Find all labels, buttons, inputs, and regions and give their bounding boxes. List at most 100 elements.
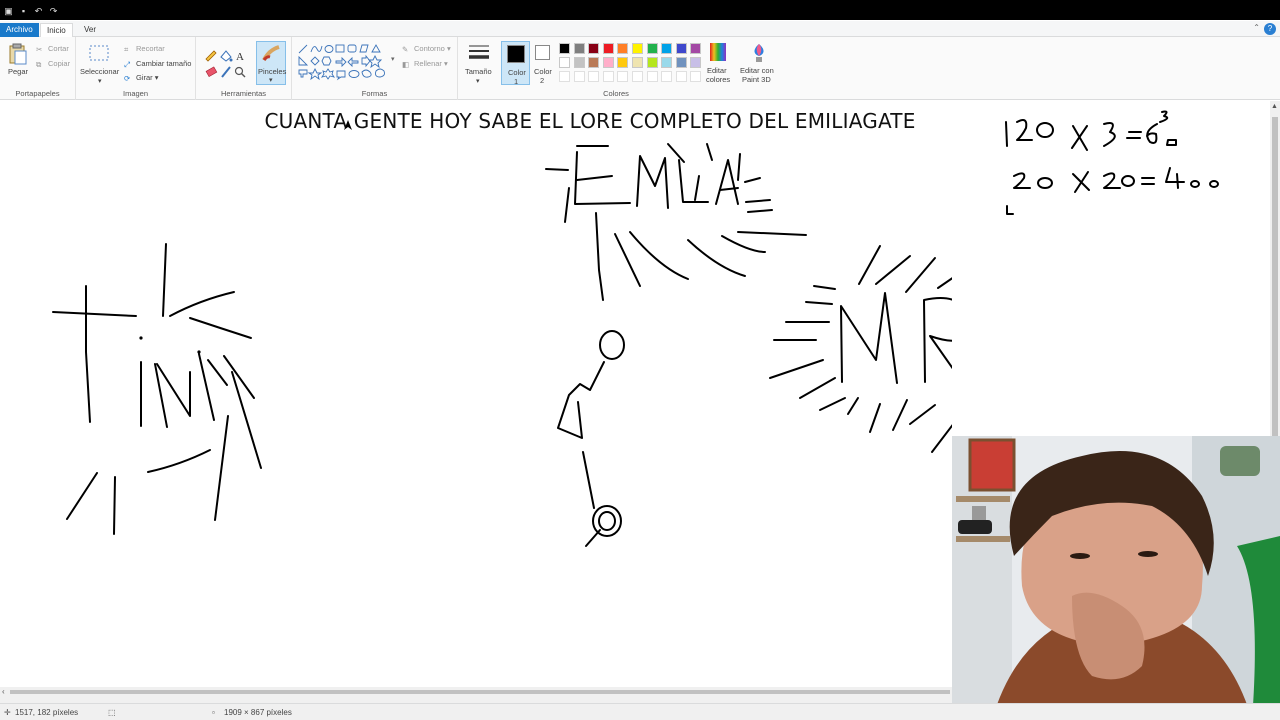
rotate-label: Girar: [136, 73, 153, 82]
custom-color-slot[interactable]: [661, 71, 673, 82]
group-tools: A Pinceles ▾ Herramientas: [196, 37, 292, 100]
brush-icon: [262, 45, 280, 61]
edit-colors-button[interactable]: Editar colores: [704, 41, 734, 91]
mouse-cursor-icon: [344, 120, 352, 130]
color-swatch[interactable]: [632, 43, 643, 54]
outline-button[interactable]: ✎ Contorno ▾: [402, 44, 451, 54]
line-size-icon: [469, 45, 489, 59]
color-swatch[interactable]: [573, 57, 585, 68]
rotate-icon: ⟳: [124, 73, 131, 83]
paint3d-button[interactable]: Editar con Paint 3D: [738, 41, 780, 91]
select-icon[interactable]: [88, 43, 110, 65]
brushes-label: Pinceles: [258, 67, 287, 76]
eraser-icon[interactable]: [205, 66, 218, 78]
save-icon[interactable]: ▪: [19, 6, 28, 16]
tab-view[interactable]: Ver: [78, 23, 102, 37]
resize-button[interactable]: ⤢ Cambiar tamaño: [124, 59, 191, 69]
select-dropdown-icon[interactable]: ▾: [98, 77, 102, 85]
custom-color-slot[interactable]: [617, 71, 629, 82]
color-swatch[interactable]: [602, 43, 614, 54]
color1-button[interactable]: Color 1: [501, 41, 530, 86]
scroll-left-icon[interactable]: ‹: [2, 687, 5, 696]
outline-icon: ✎: [402, 44, 409, 54]
select-button[interactable]: Seleccionar: [80, 67, 119, 76]
custom-color-slot[interactable]: [573, 71, 585, 82]
cut-label: Cortar: [48, 44, 69, 53]
pencil-icon[interactable]: [205, 50, 217, 62]
ribbon-tabs: Archivo Inicio Ver ⌃ ?: [0, 21, 1280, 37]
custom-color-slot[interactable]: [602, 71, 614, 82]
ribbon: Pegar ✂ Cortar ⧉ Copiar Portapapeles Selec…: [0, 37, 1280, 100]
custom-color-slot[interactable]: [646, 71, 658, 82]
color-swatch[interactable]: [661, 43, 673, 54]
cut-button[interactable]: ✂ Cortar: [36, 44, 69, 54]
color-swatch[interactable]: [646, 57, 658, 68]
help-icon[interactable]: ?: [1264, 23, 1276, 35]
color-wheel-icon: [710, 43, 726, 61]
brushes-button[interactable]: Pinceles ▾: [256, 41, 286, 85]
color-swatch[interactable]: [617, 57, 629, 68]
custom-color-slot[interactable]: [632, 71, 643, 82]
undo-icon[interactable]: ↶: [34, 6, 43, 16]
tab-file[interactable]: Archivo: [0, 23, 39, 37]
freehand-drawing[interactable]: [0, 101, 952, 687]
color-swatch[interactable]: [646, 43, 658, 54]
custom-color-slot[interactable]: [559, 71, 570, 82]
color-swatch[interactable]: [632, 57, 643, 68]
color2-swatch: [535, 45, 550, 60]
color-swatch[interactable]: [602, 57, 614, 68]
cursor-position: 1517, 182 píxeles: [15, 708, 79, 717]
fill-icon[interactable]: [220, 50, 233, 62]
shapes-gallery[interactable]: [296, 43, 390, 83]
scroll-up-icon[interactable]: ▲: [1271, 103, 1278, 110]
crop-icon: ⌗: [124, 44, 129, 54]
mr-doodle: [769, 245, 952, 453]
fill-label: Rellenar: [414, 59, 442, 68]
rotate-button[interactable]: ⟳ Girar ▾: [124, 73, 159, 83]
webcam-video: [952, 436, 1280, 720]
color-swatch[interactable]: [617, 43, 629, 54]
size-button[interactable]: Tamaño ▾: [464, 41, 494, 91]
redo-icon[interactable]: ↷: [49, 6, 58, 16]
resize-label: Cambiar tamaño: [136, 59, 192, 68]
color-swatch[interactable]: [690, 43, 702, 54]
fill-button[interactable]: ◧ Rellenar ▾: [402, 59, 448, 69]
status-bar: ✛ 1517, 182 píxeles ⬚ ▫ 1909 × 867 píxel…: [0, 703, 1280, 720]
group-label-image: Imagen: [122, 89, 149, 98]
crop-button[interactable]: ⌗ Recortar: [124, 44, 165, 54]
horizontal-scroll-thumb[interactable]: [10, 690, 950, 694]
tab-home[interactable]: Inicio: [40, 23, 73, 37]
group-image: Seleccionar ▾ ⌗ Recortar ⤢ Cambiar tamaño …: [76, 37, 196, 100]
magnifier-icon[interactable]: [234, 66, 246, 78]
fill-bucket-icon: ◧: [402, 59, 410, 69]
custom-color-slot[interactable]: [588, 71, 600, 82]
collapse-ribbon-icon[interactable]: ⌃: [1253, 23, 1260, 32]
title-bar: ▣ ▪ ↶ ↷: [0, 0, 1280, 20]
horizontal-scrollbar[interactable]: ‹: [0, 687, 952, 703]
text-icon[interactable]: A: [236, 51, 244, 63]
paint3d-label-2: Paint 3D: [742, 75, 771, 84]
custom-color-slot[interactable]: [675, 71, 687, 82]
color-swatch[interactable]: [661, 57, 673, 68]
color-swatch[interactable]: [675, 43, 687, 54]
copy-button[interactable]: ⧉ Copiar: [36, 59, 70, 69]
shapes-more-icon[interactable]: ▾: [391, 55, 395, 63]
paint3d-label-1: Editar con: [740, 66, 774, 75]
color-swatch[interactable]: [675, 57, 687, 68]
color2-button[interactable]: Color 2: [532, 41, 556, 85]
color-picker-icon[interactable]: [221, 66, 231, 78]
color-swatch[interactable]: [588, 57, 600, 68]
image-size-icon: ▫: [212, 708, 215, 717]
custom-color-slot[interactable]: [690, 71, 702, 82]
color-swatch[interactable]: [559, 43, 570, 54]
color-swatch[interactable]: [559, 57, 570, 68]
emilia-doodle: [545, 143, 807, 301]
paste-button[interactable]: Pegar: [8, 67, 28, 76]
group-shapes: ▾ ✎ Contorno ▾ ◧ Rellenar ▾ Formas: [292, 37, 458, 100]
color-swatch[interactable]: [690, 57, 702, 68]
math-scribbles: [1005, 110, 1219, 215]
color-swatch[interactable]: [573, 43, 585, 54]
color-swatch[interactable]: [588, 43, 600, 54]
vertical-scroll-thumb[interactable]: [1272, 117, 1278, 437]
paste-icon[interactable]: [7, 43, 29, 65]
